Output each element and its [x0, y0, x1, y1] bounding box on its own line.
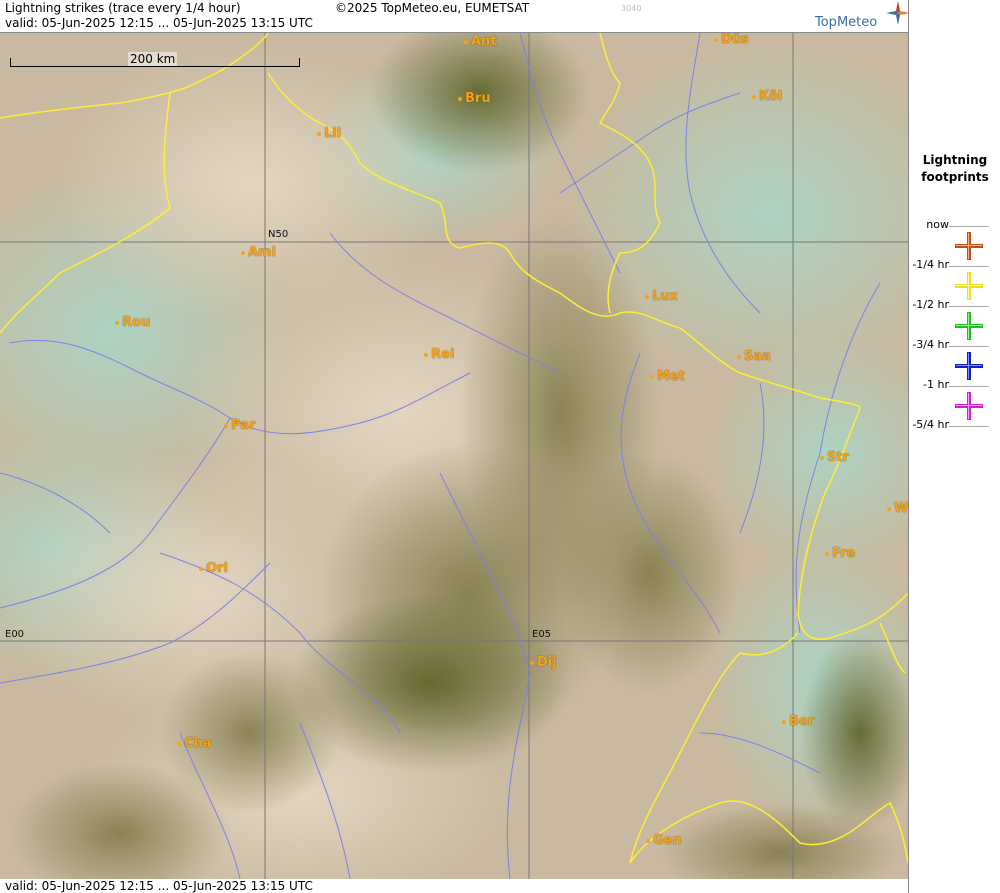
city-dot-icon — [645, 294, 649, 299]
product-code: 3040 — [621, 4, 642, 13]
city-marker: Saa — [737, 349, 771, 364]
city-dot-icon — [825, 551, 829, 556]
legend-item-five-quarter-hr: -5/4 hr — [909, 418, 1000, 458]
city-marker: Lux — [645, 289, 678, 304]
city-marker: Dij — [530, 655, 557, 670]
legend-item-now: now — [909, 218, 1000, 260]
city-marker: Gen — [646, 833, 682, 848]
footer-valid-time: valid: 05-Jun-2025 12:15 ... 05-Jun-2025… — [5, 879, 313, 893]
city-dot-icon — [317, 131, 321, 136]
scale-bar: 200 km — [10, 52, 300, 67]
header-bar: Lightning strikes (trace every 1/4 hour)… — [0, 0, 910, 32]
city-marker: Fre — [825, 546, 855, 561]
valid-time-text: valid: 05-Jun-2025 12:15 ... 05-Jun-2025… — [5, 16, 313, 30]
city-marker: Par — [224, 418, 255, 433]
city-dot-icon — [464, 39, 468, 44]
topmeteo-logo-text: TopMeteo — [815, 15, 878, 30]
legend-item-half-hr: -1/2 hr — [909, 298, 1000, 340]
city-dot-icon — [115, 320, 119, 325]
map-base-layer — [0, 33, 908, 879]
city-dot-icon — [650, 374, 654, 379]
city-marker: Rei — [424, 347, 454, 362]
city-dot-icon — [241, 250, 245, 255]
city-dot-icon — [177, 741, 181, 746]
city-dot-icon — [646, 838, 650, 843]
grid-label-e05: E05 — [532, 629, 552, 640]
city-marker: Lil — [317, 126, 341, 141]
legend-item-three-quarter-hr: -3/4 hr — [909, 338, 1000, 380]
city-marker: Orl — [199, 561, 228, 576]
city-dot-icon — [820, 455, 824, 460]
map-title: Lightning strikes (trace every 1/4 hour) — [5, 1, 241, 15]
legend-title: Lightning footprints — [921, 153, 989, 184]
compass-logo-icon — [886, 1, 910, 25]
city-marker: Ber — [782, 714, 814, 729]
city-marker: Köl — [752, 89, 782, 104]
city-dot-icon — [530, 660, 534, 665]
city-dot-icon — [737, 354, 741, 359]
city-marker: Met — [650, 369, 685, 384]
legend-item-one-hr: -1 hr — [909, 378, 1000, 420]
legend-item-quarter-hr: -1/4 hr — [909, 258, 1000, 300]
scale-bar-label: 200 km — [128, 52, 178, 66]
grid-label-n50: N50 — [268, 229, 289, 240]
city-dot-icon — [424, 352, 428, 357]
city-dot-icon — [224, 423, 228, 428]
grid-label-e00: E00 — [5, 629, 25, 640]
city-marker: W — [887, 501, 908, 516]
city-dot-icon — [887, 506, 891, 511]
city-marker: Ami — [241, 245, 276, 260]
city-marker: Str — [820, 450, 849, 465]
city-dot-icon — [714, 37, 718, 42]
city-dot-icon — [458, 96, 462, 101]
city-marker: Rou — [115, 315, 150, 330]
city-dot-icon — [782, 719, 786, 724]
lightning-legend: Lightning footprints now -1/4 hr -1/2 hr… — [908, 0, 1000, 893]
footer-bar: valid: 05-Jun-2025 12:15 ... 05-Jun-2025… — [0, 879, 908, 893]
city-marker: Düs — [714, 33, 749, 47]
city-marker: Cha — [177, 736, 212, 751]
city-dot-icon — [199, 566, 203, 571]
city-marker: Ant — [464, 34, 497, 49]
satellite-map[interactable]: 200 km N50 E00 E05 Ant Düs Bru Köl Lil A… — [0, 32, 908, 880]
city-dot-icon — [752, 94, 756, 99]
copyright-text: ©2025 TopMeteo.eu, EUMETSAT — [335, 1, 530, 15]
city-marker: Bru — [458, 91, 491, 106]
